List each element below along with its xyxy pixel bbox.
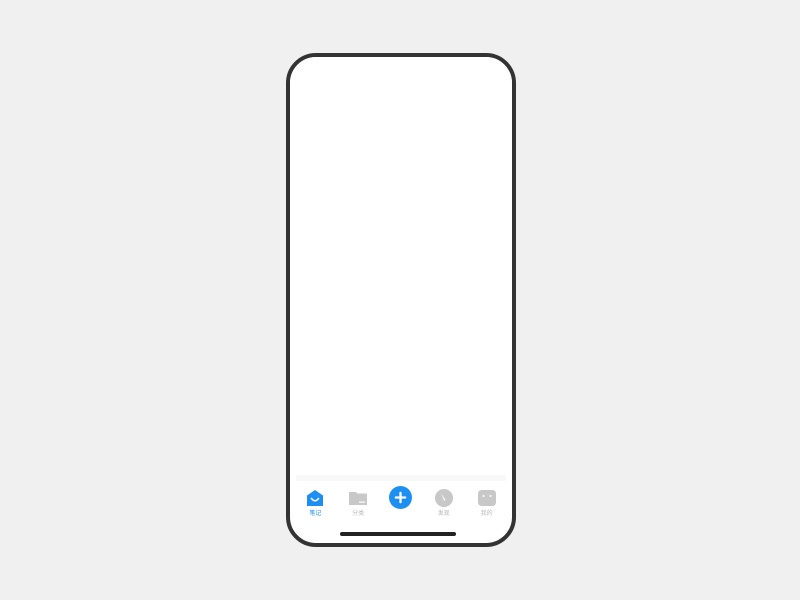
tab-categories[interactable]: 分类	[338, 481, 378, 518]
bottom-tab-bar: 笔记 分类 发现 我的	[290, 481, 512, 523]
profile-icon	[477, 490, 496, 506]
phone-frame: 笔记 分类 发现 我的	[286, 53, 516, 547]
tab-discover-label: 发现	[437, 510, 450, 517]
add-note-button[interactable]	[381, 481, 421, 509]
compass-icon	[434, 489, 453, 507]
home-icon	[307, 490, 324, 506]
home-indicator	[340, 532, 456, 536]
tab-profile-label: 我的	[480, 510, 493, 517]
tab-discover[interactable]: 发现	[424, 481, 464, 518]
tab-categories-label: 分类	[352, 510, 365, 517]
folder-icon	[349, 492, 368, 505]
app-stage: 笔记 分类 发现 我的	[0, 0, 800, 600]
tab-profile[interactable]: 我的	[467, 481, 507, 518]
tab-notes-label: 笔记	[309, 510, 322, 517]
add-icon	[389, 486, 413, 509]
main-content	[290, 57, 512, 475]
tab-notes[interactable]: 笔记	[295, 481, 335, 518]
